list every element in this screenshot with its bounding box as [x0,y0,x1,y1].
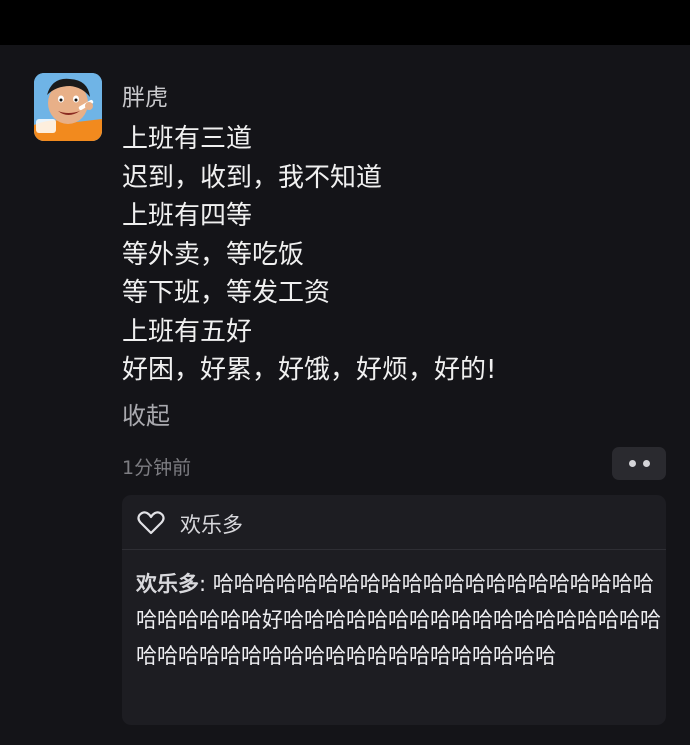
post-line: 迟到，收到，我不知道 [122,162,383,193]
post-line: 好困，好累，好饿，好烦，好的! [122,355,497,385]
collapse-link[interactable]: 收起 [122,396,170,431]
reaction-panel: 欢乐多 欢乐多: 哈哈哈哈哈哈哈哈哈哈哈哈哈哈哈哈哈哈哈哈哈哈哈哈哈哈哈好哈哈哈… [122,495,666,725]
post-line: 等下班，等发工资 [122,278,331,308]
comment-text: 哈哈哈哈哈哈哈哈哈哈哈哈哈哈哈哈哈哈哈哈哈哈哈哈哈哈哈好哈哈哈哈哈哈哈哈哈哈哈哈… [136,572,661,668]
post-line: 上班有四等 [122,201,253,231]
more-actions-button[interactable] [612,447,666,480]
likes-row: 欢乐多 [122,495,666,550]
comment-separator: : [199,572,213,596]
more-dots-icon [642,460,650,467]
post-line: 上班有五好 [122,316,253,347]
post-content: 上班有三道 迟到，收到，我不知道 上班有四等 等外卖，等吃饭 等下班，等发工资 … [122,120,496,390]
post-line: 上班有三道 [122,124,253,154]
comment[interactable]: 欢乐多: 哈哈哈哈哈哈哈哈哈哈哈哈哈哈哈哈哈哈哈哈哈哈哈哈哈哈哈好哈哈哈哈哈哈哈… [136,566,662,674]
post-timestamp: 1分钟前 [122,457,192,479]
post-author-name[interactable]: 胖虎 [122,78,168,112]
avatar[interactable] [34,73,102,141]
post-line: 等外卖，等吃饭 [122,239,305,270]
liked-by-name[interactable]: 欢乐多 [180,509,243,539]
cartoon-avatar-image [34,73,102,141]
more-dots-icon [628,460,636,467]
heart-icon[interactable] [137,511,165,535]
top-bar [0,0,690,45]
comment-author[interactable]: 欢乐多 [136,572,199,596]
